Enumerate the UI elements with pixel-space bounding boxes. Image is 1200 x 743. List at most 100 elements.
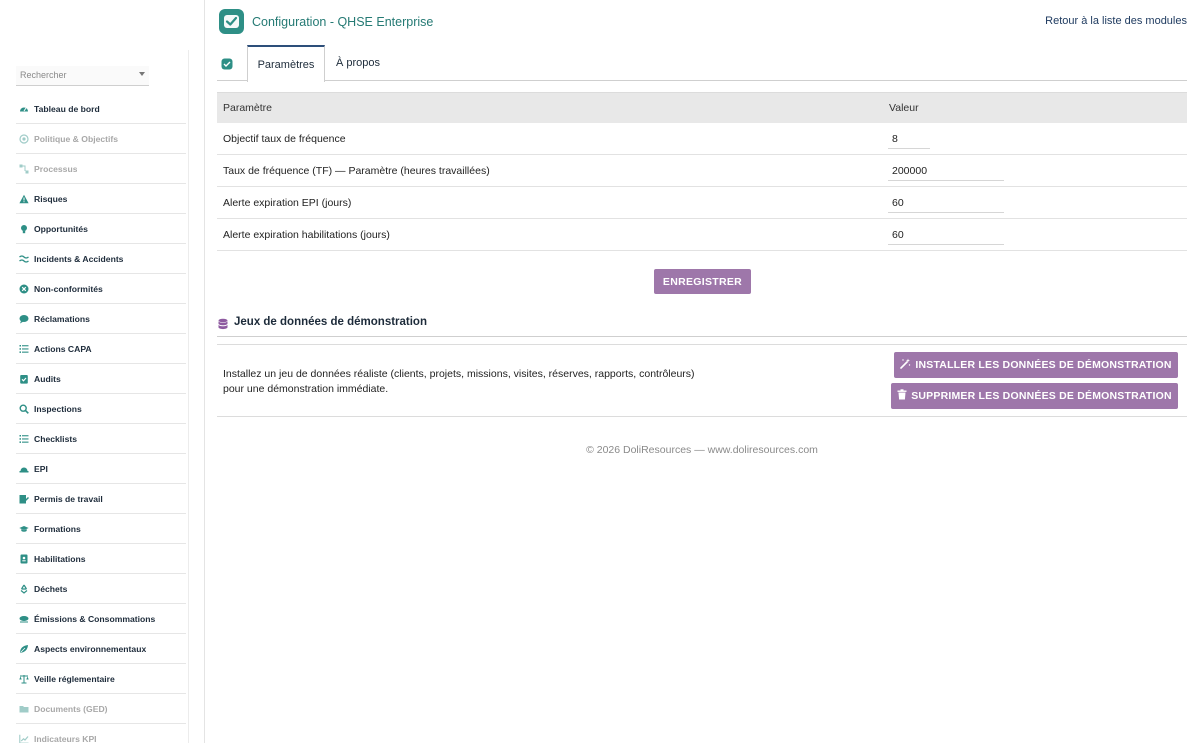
sidebar-item-label: Non-conformités [34, 283, 103, 294]
param-label: Alerte expiration EPI (jours) [223, 197, 352, 209]
install-demo-button[interactable]: INSTALLER LES DONNÉES DE DÉMONSTRATION [894, 352, 1178, 378]
trash-icon [897, 389, 907, 403]
sidebar-item-label: Formations [34, 523, 81, 534]
install-demo-label: INSTALLER LES DONNÉES DE DÉMONSTRATION [915, 359, 1172, 371]
sidebar-item-label: Tableau de bord [34, 103, 100, 114]
search-select[interactable]: Rechercher [16, 66, 149, 86]
app-logo-icon [219, 9, 244, 34]
param-value-input[interactable] [888, 129, 930, 149]
sidebar-item[interactable]: Checklists [16, 424, 186, 454]
table-row: Alerte expiration EPI (jours) [217, 187, 1187, 219]
sidebar-item[interactable]: Aspects environnementaux [16, 634, 186, 664]
sidebar-item[interactable]: Permis de travail [16, 484, 186, 514]
sidebar-item[interactable]: Émissions & Consommations [16, 604, 186, 634]
sidebar-item[interactable]: Tableau de bord [16, 94, 186, 124]
sidebar-item-label: Opportunités [34, 223, 88, 234]
param-label: Alerte expiration habilitations (jours) [223, 229, 390, 241]
sidebar-item[interactable]: Risques [16, 184, 186, 214]
table-header: Paramètre Valeur [217, 92, 1187, 123]
sidebar-item[interactable]: Audits [16, 364, 186, 394]
sidebar-item-label: Réclamations [34, 313, 90, 324]
sidebar-item[interactable]: Non-conformités [16, 274, 186, 304]
sidebar-item-label: EPI [34, 463, 48, 474]
back-to-modules-link[interactable]: Retour à la liste des modules [1045, 15, 1187, 27]
tab-parametres[interactable]: Paramètres [247, 45, 325, 82]
x-circle-icon [19, 284, 29, 294]
database-icon [217, 317, 229, 330]
sidebar-item-label: Incidents & Accidents [34, 253, 124, 264]
delete-demo-label: SUPPRIMER LES DONNÉES DE DÉMONSTRATION [911, 390, 1172, 402]
id-badge-icon [19, 554, 29, 564]
module-icon [221, 57, 233, 70]
page-title: Configuration - QHSE Enterprise [252, 15, 434, 29]
param-value-input[interactable] [888, 161, 1004, 181]
param-value-input[interactable] [888, 225, 1004, 245]
comment-icon [19, 314, 29, 324]
column-header-parametre: Paramètre [223, 102, 273, 114]
recycle-icon [19, 584, 29, 594]
demo-description: Installez un jeu de données réaliste (cl… [223, 367, 743, 397]
sidebar-item-label: Habilitations [34, 553, 86, 564]
sidebar-item[interactable]: Réclamations [16, 304, 186, 334]
param-label: Objectif taux de fréquence [223, 133, 346, 145]
permit-icon [19, 494, 29, 504]
lightbulb-icon [19, 224, 29, 234]
sidebar-item[interactable]: Habilitations [16, 544, 186, 574]
checklist-icon [19, 434, 29, 444]
sidebar-item-label: Actions CAPA [34, 343, 92, 354]
sidebar-item-label: Déchets [34, 583, 68, 594]
sidebar-menu: Tableau de bord Politique & Objectifs Proc… [16, 94, 186, 743]
table-row: Objectif taux de fréquence [217, 123, 1187, 155]
delete-demo-button[interactable]: SUPPRIMER LES DONNÉES DE DÉMONSTRATION [891, 383, 1178, 409]
incident-icon [19, 254, 29, 264]
dashboard-icon [19, 104, 29, 114]
sidebar-item[interactable]: Formations [16, 514, 186, 544]
sidebar-item[interactable]: Processus [16, 154, 186, 184]
graduation-cap-icon [19, 524, 29, 534]
sidebar-item[interactable]: EPI [16, 454, 186, 484]
sidebar-item-label: Audits [34, 373, 61, 384]
sidebar-item-label: Inspections [34, 403, 82, 414]
sidebar-item[interactable]: Déchets [16, 574, 186, 604]
sidebar-item-label: Aspects environnementaux [34, 643, 147, 654]
params-table: Paramètre Valeur Objectif taux de fréque… [217, 92, 1187, 251]
sidebar-item-label: Risques [34, 193, 68, 204]
tab-a-propos[interactable]: À propos [329, 45, 387, 81]
process-icon [19, 164, 29, 174]
list-icon [19, 344, 29, 354]
param-value-input[interactable] [888, 193, 1004, 213]
sidebar-item[interactable]: Documents (GED) [16, 694, 186, 724]
sidebar-item-label: Veille réglementaire [34, 673, 115, 684]
demo-description-line: Installez un jeu de données réaliste (cl… [223, 368, 695, 380]
sidebar-item-label: Documents (GED) [34, 703, 108, 714]
sidebar-item[interactable]: Incidents & Accidents [16, 244, 186, 274]
sidebar-item[interactable]: Actions CAPA [16, 334, 186, 364]
folder-icon [19, 704, 29, 714]
search-placeholder: Rechercher [20, 70, 67, 80]
cloud-icon [19, 614, 29, 624]
param-label: Taux de fréquence (TF) — Paramètre (heur… [223, 165, 490, 177]
demo-section-title: Jeux de données de démonstration [234, 316, 427, 328]
demo-section-header: Jeux de données de démonstration [217, 313, 1187, 337]
table-row: Taux de fréquence (TF) — Paramètre (heur… [217, 155, 1187, 187]
sidebar: Rechercher Tableau de bord Politique & Ob… [0, 0, 205, 743]
table-row: Alerte expiration habilitations (jours) [217, 219, 1187, 251]
sidebar-item[interactable]: Politique & Objectifs [16, 124, 186, 154]
sidebar-item[interactable]: Veille réglementaire [16, 664, 186, 694]
demo-description-line: pour une démonstration immédiate. [223, 383, 389, 395]
sidebar-item-label: Checklists [34, 433, 77, 444]
sidebar-item[interactable]: Inspections [16, 394, 186, 424]
sidebar-item-label: Politique & Objectifs [34, 133, 119, 144]
magic-wand-icon [900, 358, 911, 372]
target-icon [19, 133, 29, 144]
hard-hat-icon [19, 464, 29, 474]
chart-icon [19, 734, 29, 743]
magnifier-icon [19, 403, 29, 414]
chevron-down-icon[interactable] [139, 72, 145, 76]
scale-icon [19, 674, 29, 684]
sidebar-item-label: Processus [34, 163, 78, 174]
sidebar-item[interactable]: Opportunités [16, 214, 186, 244]
sidebar-item[interactable]: Indicateurs KPI [16, 724, 186, 743]
footer: © 2026 DoliResources — www.doliresources… [586, 444, 818, 456]
save-button[interactable]: ENREGISTRER [654, 269, 751, 294]
